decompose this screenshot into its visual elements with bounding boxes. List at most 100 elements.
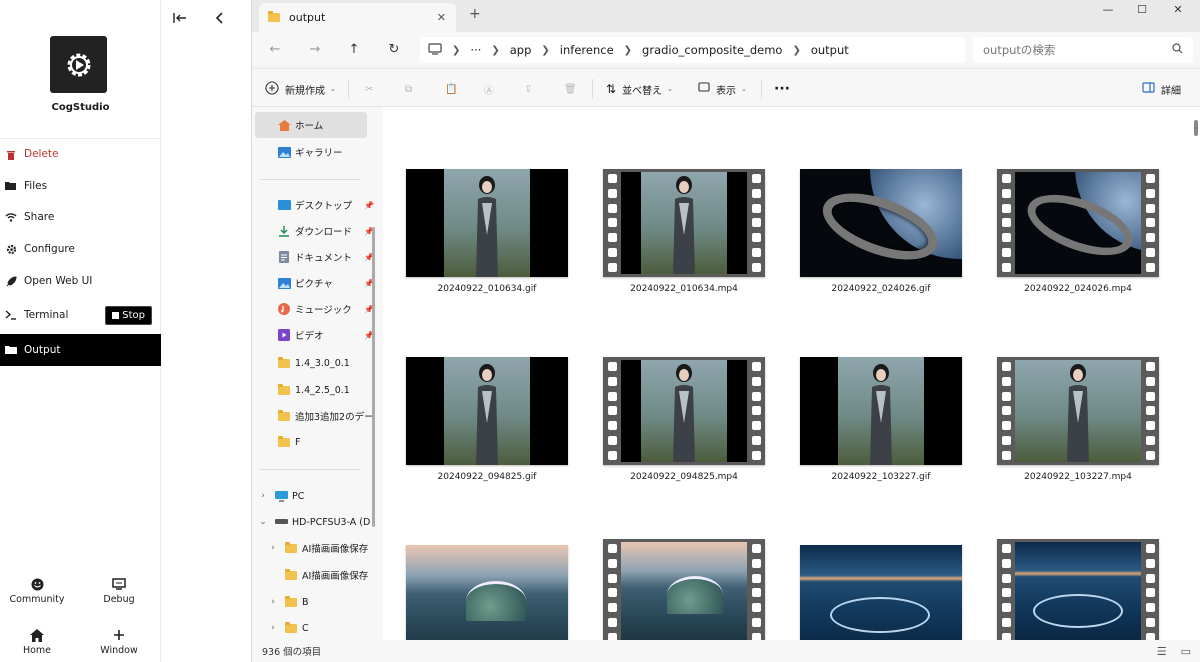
thumbnail-woman-mp4 <box>603 357 765 465</box>
new-tab-icon[interactable]: + <box>469 6 481 22</box>
breadcrumb-item[interactable]: gradio_composite_demo <box>642 43 782 57</box>
close-tab-icon[interactable]: ✕ <box>437 11 446 24</box>
home-button[interactable]: Home <box>7 628 67 656</box>
nav-pinned-item[interactable]: デスクトップ 📌 <box>252 192 378 218</box>
ellipsis-icon[interactable]: ··· <box>470 43 481 57</box>
tiles-view-icon[interactable]: ▭ <box>1181 645 1191 658</box>
breadcrumb-separator: ❯ <box>491 44 500 56</box>
divider <box>260 469 360 470</box>
nav-folder[interactable]: 1.4_3.0_0.1 <box>252 350 378 376</box>
cogstudio-sidebar: CogStudio Delete Files Share Configure O… <box>0 0 161 662</box>
menu-label: Output <box>24 344 61 356</box>
nav-pinned-item[interactable]: ビデオ 📌 <box>252 322 378 348</box>
share-icon[interactable]: ⇪ <box>524 81 532 97</box>
chevron-right-icon[interactable]: › <box>252 491 274 501</box>
refresh-icon[interactable]: ↻ <box>386 41 402 57</box>
file-item[interactable]: 20240922_010634.mp4 <box>602 169 766 294</box>
nav-drive-child[interactable]: › AI描画画像保存 <box>252 535 378 561</box>
more-options-icon[interactable]: ··· <box>774 81 790 97</box>
back-chevron-icon[interactable] <box>211 10 227 26</box>
menu-delete[interactable]: Delete <box>0 138 161 170</box>
menu-share[interactable]: Share <box>0 201 161 233</box>
collapse-sidebar-icon[interactable] <box>172 10 188 26</box>
menu-output[interactable]: Output <box>0 334 161 366</box>
paste-icon[interactable]: 📋 <box>445 81 457 97</box>
nav-pc[interactable]: › PC <box>252 483 378 509</box>
nav-drive-child[interactable]: › C <box>252 615 378 640</box>
file-item[interactable] <box>996 539 1160 647</box>
nav-pinned-item[interactable]: ピクチャ 📌 <box>252 270 378 296</box>
folder-icon <box>268 11 280 22</box>
details-view-icon[interactable]: ☰ <box>1157 645 1167 658</box>
folder-open-icon <box>5 180 17 192</box>
nav-home[interactable]: ホーム <box>255 112 367 138</box>
debug-button[interactable]: Debug <box>89 577 149 605</box>
breadcrumb-item[interactable]: inference <box>560 43 614 57</box>
folder-icon <box>285 595 297 607</box>
menu-open-web-ui[interactable]: Open Web UI <box>0 265 161 297</box>
file-item[interactable]: 20240922_094825.mp4 <box>602 357 766 482</box>
chevron-down-icon[interactable]: ⌄ <box>252 517 274 527</box>
breadcrumb-item[interactable]: app <box>510 43 532 57</box>
view-button[interactable]: 表示 ⌄ <box>698 81 747 97</box>
divider <box>348 79 349 99</box>
trash-icon <box>5 148 17 160</box>
minimize-icon[interactable]: — <box>1091 2 1125 16</box>
stop-icon <box>112 311 120 319</box>
close-window-icon[interactable]: ✕ <box>1161 2 1195 16</box>
maximize-icon[interactable]: ☐ <box>1125 2 1159 16</box>
chevron-right-icon[interactable]: › <box>262 623 284 633</box>
file-item[interactable] <box>405 545 569 653</box>
forward-arrow-icon[interactable]: → <box>307 41 323 57</box>
file-item[interactable]: 20240922_010634.gif <box>405 169 569 294</box>
nav-drive-child[interactable]: AI描画画像保存 <box>252 562 378 588</box>
file-name: 20240922_024026.gif <box>831 284 931 294</box>
nav-pinned-item[interactable]: ダウンロード 📌 <box>252 218 378 244</box>
community-button[interactable]: Community <box>7 577 67 605</box>
cut-icon[interactable]: ✂ <box>365 81 373 97</box>
nav-pinned-item[interactable]: ドキュメント 📌 <box>252 244 378 270</box>
details-button[interactable]: 詳細 <box>1142 81 1181 97</box>
nav-scrollbar[interactable] <box>372 227 375 527</box>
file-item[interactable]: 20240922_094825.gif <box>405 357 569 482</box>
nav-folder[interactable]: 1.4_2.5_0.1 <box>252 377 378 403</box>
delete-icon[interactable]: 🗑 <box>564 81 577 97</box>
search-input[interactable]: outputの検索 <box>973 37 1193 63</box>
chevron-right-icon[interactable]: › <box>262 597 284 607</box>
breadcrumb-item[interactable]: output <box>811 43 849 57</box>
menu-label: Delete <box>24 148 59 160</box>
nav-gallery[interactable]: ギャラリー <box>252 139 378 165</box>
content-scrollbar[interactable] <box>1194 120 1198 136</box>
new-button[interactable]: 新規作成 ⌄ <box>265 80 336 97</box>
address-bar[interactable]: ❯ ··· ❯ app ❯ inference ❯ gradio_composi… <box>420 37 965 63</box>
menu-configure[interactable]: Configure <box>0 233 161 265</box>
menu-files[interactable]: Files <box>0 170 161 202</box>
file-item[interactable]: 20240922_103227.mp4 <box>996 357 1160 482</box>
monitor-icon <box>89 577 149 591</box>
thumbnail-wave-mp4 <box>603 539 765 647</box>
copy-icon[interactable]: ⧉ <box>405 81 412 97</box>
nav-folder[interactable]: 追加3追加2のデー <box>252 403 378 429</box>
window-button[interactable]: Window <box>89 628 149 656</box>
tab-output[interactable]: output ✕ <box>259 3 456 32</box>
nav-pinned-item[interactable]: ミュージック 📌 <box>252 296 378 322</box>
back-arrow-icon[interactable]: ← <box>267 41 283 57</box>
stop-button[interactable]: Stop <box>105 305 152 325</box>
file-item[interactable]: 20240922_024026.mp4 <box>996 169 1160 294</box>
file-item[interactable]: 20240922_024026.gif <box>799 169 963 294</box>
up-arrow-icon[interactable]: ↑ <box>346 41 362 57</box>
breadcrumb-separator: ❯ <box>452 44 461 56</box>
file-item[interactable] <box>602 539 766 647</box>
folder-icon <box>278 435 290 447</box>
file-item[interactable] <box>799 545 963 653</box>
rename-icon[interactable]: Ⓐ <box>484 81 494 97</box>
file-item[interactable]: 20240922_103227.gif <box>799 357 963 482</box>
nav-drive[interactable]: ⌄ HD-PCFSU3-A (D <box>252 509 378 535</box>
file-name: 20240922_024026.mp4 <box>1024 284 1132 294</box>
sort-button[interactable]: ⇅ 並べ替え ⌄ <box>606 81 673 97</box>
menu-terminal[interactable]: Terminal Stop <box>0 299 161 331</box>
nav-drive-child[interactable]: › B <box>252 589 378 615</box>
nav-folder[interactable]: F <box>252 429 378 455</box>
chevron-right-icon[interactable]: › <box>262 543 284 553</box>
file-name: 20240922_010634.gif <box>437 284 537 294</box>
